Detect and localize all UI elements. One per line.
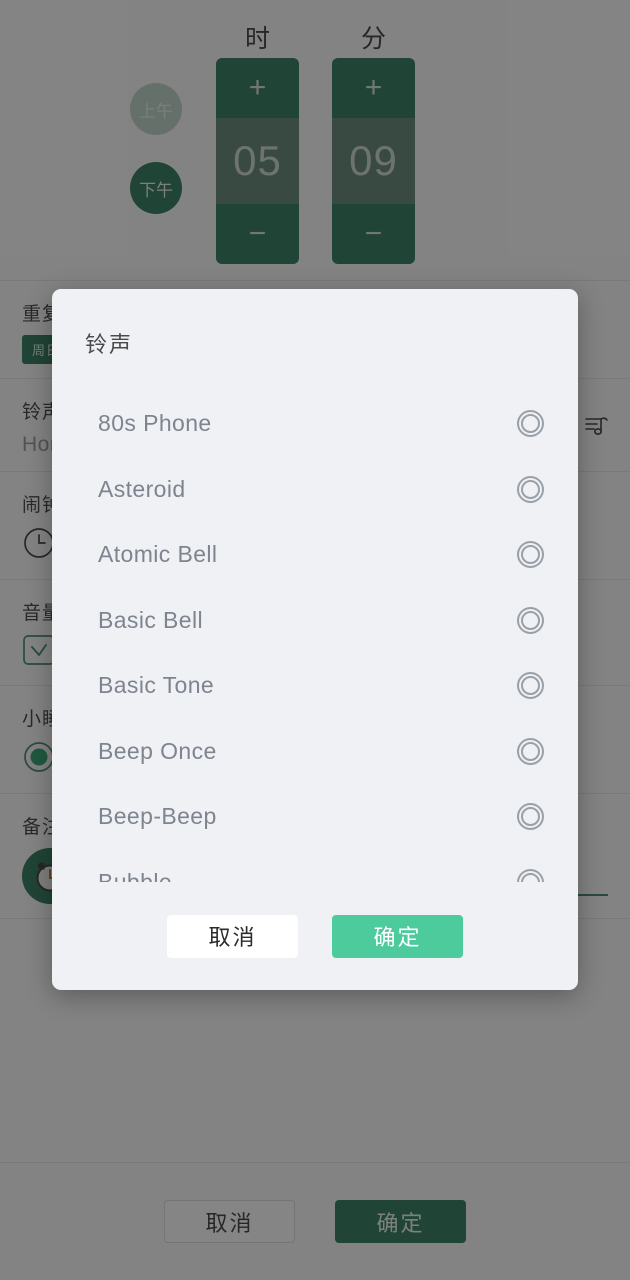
- ringtone-item-label: 80s Phone: [98, 410, 212, 437]
- ringtone-radio-icon[interactable]: [517, 672, 544, 700]
- screen-root: 时 分 上午 下午 + 05 − + 09 − 重复 周日 铃声 Home: [0, 0, 630, 1280]
- ringtone-list-item[interactable]: Beep Once: [98, 719, 548, 785]
- ringtone-radio-icon[interactable]: [517, 868, 544, 882]
- ringtone-item-label: Basic Tone: [98, 672, 215, 699]
- ringtone-radio-icon[interactable]: [517, 606, 544, 634]
- ringtone-item-label: Asteroid: [98, 475, 186, 502]
- ringtone-item-label: Basic Bell: [98, 606, 203, 633]
- ringtone-list-item[interactable]: Atomic Bell: [98, 522, 548, 588]
- ringtone-radio-icon[interactable]: [517, 541, 544, 569]
- ringtone-list-item[interactable]: Beep-Beep: [98, 784, 548, 850]
- dialog-cancel-button[interactable]: 取消: [167, 914, 298, 958]
- ringtone-item-label: Bubble: [98, 868, 173, 882]
- ringtone-radio-icon[interactable]: [517, 803, 544, 831]
- ringtone-dialog: 铃声 80s Phone Asteroid Atomic Bell Basic Bel…: [52, 289, 578, 990]
- ringtone-list-item[interactable]: Basic Tone: [98, 653, 548, 719]
- ringtone-radio-icon[interactable]: [517, 737, 544, 765]
- dialog-action-bar: 取消 确定: [52, 882, 578, 990]
- dialog-title: 铃声: [85, 332, 134, 357]
- ringtone-item-label: Beep Once: [98, 737, 217, 764]
- ringtone-list-item[interactable]: 80s Phone: [98, 391, 548, 457]
- ringtone-radio-icon[interactable]: [517, 475, 544, 503]
- ringtone-list-item[interactable]: Basic Bell: [98, 588, 548, 654]
- ringtone-radio-icon[interactable]: [517, 410, 544, 438]
- ringtone-list-item[interactable]: Bubble: [98, 850, 548, 882]
- dialog-confirm-button[interactable]: 确定: [332, 914, 463, 958]
- ringtone-list[interactable]: 80s Phone Asteroid Atomic Bell Basic Bell Ba…: [52, 391, 578, 882]
- ringtone-item-label: Atomic Bell: [98, 541, 218, 568]
- ringtone-item-label: Beep-Beep: [98, 803, 217, 830]
- ringtone-list-item[interactable]: Asteroid: [98, 457, 548, 523]
